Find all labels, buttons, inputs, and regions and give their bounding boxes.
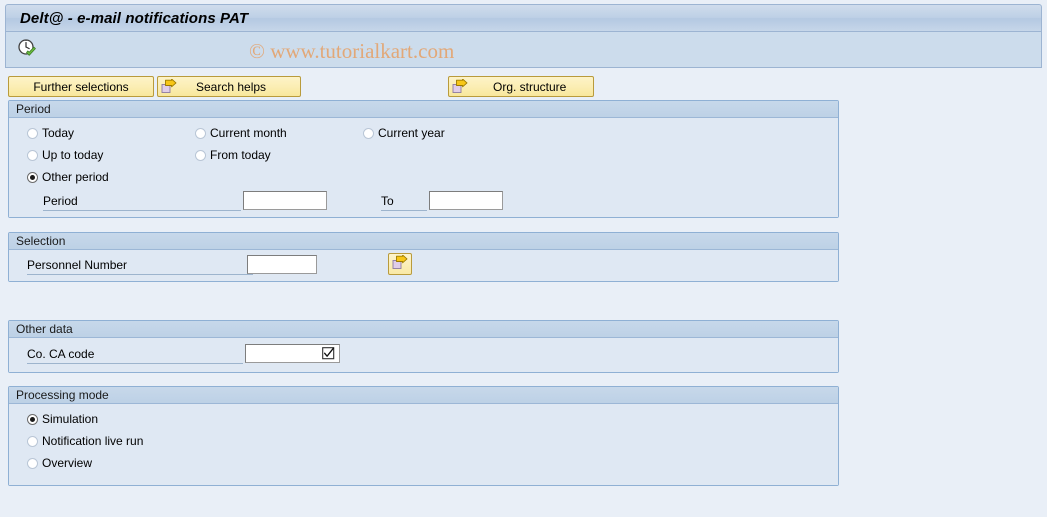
to-field-label: To (381, 194, 394, 208)
selection-panel-body: Personnel Number (9, 250, 838, 281)
other-data-panel-title: Other data (16, 322, 73, 336)
radio-other-period-label: Other period (42, 170, 109, 184)
radio-current-month-label: Current month (210, 126, 287, 140)
execute-button[interactable] (13, 36, 41, 62)
radio-simulation-label: Simulation (42, 412, 99, 426)
radio-other-period[interactable]: Other period (27, 170, 109, 184)
selection-panel-title: Selection (16, 234, 66, 248)
other-data-panel-header: Other data (9, 321, 838, 338)
icon-toolbar: © www.tutorialkart.com (5, 32, 1042, 68)
window-title-bar: Delt@ - e-mail notifications PAT (5, 4, 1042, 32)
radio-overview[interactable]: Overview (27, 456, 92, 470)
radio-overview-label: Overview (42, 456, 93, 470)
radio-current-month[interactable]: Current month (195, 126, 287, 140)
radio-indicator (195, 127, 206, 139)
other-data-panel: Other data Co. CA code (8, 320, 839, 373)
ca-code-label-rule (27, 363, 243, 364)
period-from-input[interactable] (243, 191, 327, 210)
radio-indicator (27, 435, 38, 447)
to-label-rule (381, 210, 427, 211)
radio-current-year-label: Current year (378, 126, 445, 140)
period-panel-body: Today Current month Current year Up to t… (9, 118, 838, 217)
radio-notification-live-run-label: Notification live run (42, 434, 144, 448)
radio-from-today-label: From today (210, 148, 271, 162)
checkbox-check-value-help-icon[interactable] (322, 347, 335, 360)
period-panel-header: Period (9, 101, 838, 118)
further-selections-button[interactable]: Further selections (8, 76, 154, 97)
radio-today-label: Today (42, 126, 75, 140)
radio-indicator (27, 413, 38, 425)
other-data-panel-body: Co. CA code (9, 338, 838, 372)
ca-code-label: Co. CA code (27, 347, 95, 361)
arrow-right-icon (161, 78, 177, 94)
personnel-number-label: Personnel Number (27, 258, 128, 272)
radio-indicator (27, 127, 38, 139)
radio-indicator (195, 149, 206, 161)
search-helps-button[interactable]: Search helps (157, 76, 301, 97)
processing-mode-panel: Processing mode Simulation Notification … (8, 386, 839, 486)
period-field-label: Period (43, 194, 78, 208)
radio-indicator (27, 457, 38, 469)
search-helps-label: Search helps (196, 79, 267, 94)
watermark-text: © www.tutorialkart.com (249, 39, 455, 63)
processing-mode-panel-body: Simulation Notification live run Overvie… (9, 404, 838, 485)
period-panel: Period Today Current month Current year … (8, 100, 839, 218)
selection-panel-header: Selection (9, 233, 838, 250)
radio-simulation[interactable]: Simulation (27, 412, 98, 426)
arrow-right-multi-select-icon (392, 254, 408, 273)
clock-check-execute-icon (17, 38, 37, 61)
page-title: Delt@ - e-mail notifications PAT (20, 9, 249, 27)
radio-from-today[interactable]: From today (195, 148, 271, 162)
radio-up-to-today-label: Up to today (42, 148, 104, 162)
processing-mode-panel-header: Processing mode (9, 387, 838, 404)
processing-mode-panel-title: Processing mode (16, 388, 109, 402)
sap-selection-screen-window: Delt@ - e-mail notifications PAT © www.t… (0, 0, 1047, 517)
radio-indicator (363, 127, 374, 139)
period-panel-title: Period (16, 102, 51, 116)
radio-today[interactable]: Today (27, 126, 74, 140)
personnel-number-label-rule (27, 274, 253, 275)
period-label-rule (43, 210, 241, 211)
period-to-input[interactable] (429, 191, 503, 210)
radio-indicator (27, 149, 38, 161)
selection-panel: Selection Personnel Number (8, 232, 839, 282)
radio-current-year[interactable]: Current year (363, 126, 445, 140)
personnel-number-input[interactable] (247, 255, 317, 274)
radio-up-to-today[interactable]: Up to today (27, 148, 103, 162)
application-toolbar: Further selections Search helps Org. str… (0, 76, 1047, 98)
radio-notification-live-run[interactable]: Notification live run (27, 434, 143, 448)
arrow-right-icon (452, 78, 468, 94)
org-structure-label: Org. structure (493, 79, 567, 94)
radio-indicator (27, 171, 38, 183)
further-selections-label: Further selections (33, 79, 129, 94)
org-structure-button[interactable]: Org. structure (448, 76, 594, 97)
personnel-multi-select-button[interactable] (388, 253, 412, 275)
